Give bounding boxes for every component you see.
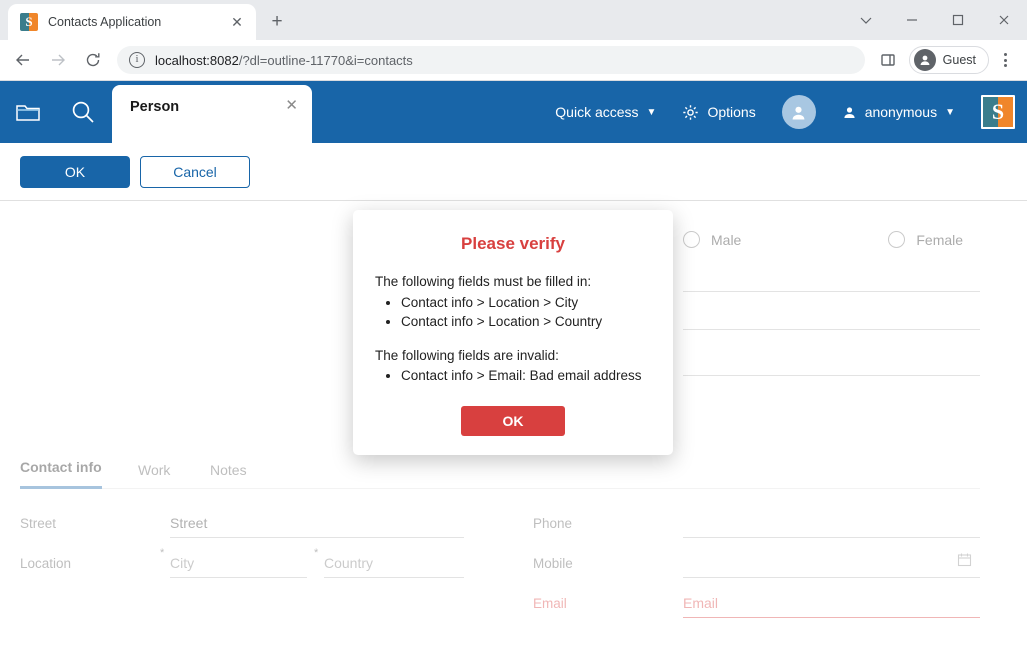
browser-tab-strip: S Contacts Application ✕ +: [0, 0, 1027, 40]
app-logo-letter: S: [983, 97, 1013, 127]
ok-button[interactable]: OK: [20, 156, 130, 188]
options-button[interactable]: Options: [682, 104, 755, 121]
dialog-invalid-list: Contact info > Email: Bad email address: [401, 366, 651, 386]
dialog-required-list: Contact info > Location > City Contact i…: [401, 293, 651, 332]
browser-toolbar: i localhost:8082/?dl=outline-11770&i=con…: [0, 40, 1027, 81]
folder-icon[interactable]: [11, 95, 45, 129]
list-item: Contact info > Location > City: [401, 293, 651, 313]
back-icon[interactable]: [8, 45, 38, 75]
person-avatar-icon[interactable]: [782, 95, 816, 129]
user-menu[interactable]: anonymous ▼: [842, 104, 955, 120]
verify-dialog: Please verify The following fields must …: [353, 210, 673, 455]
kebab-menu-icon[interactable]: [991, 45, 1019, 75]
cancel-button[interactable]: Cancel: [140, 156, 250, 188]
quick-access-label: Quick access: [555, 104, 638, 120]
avatar: [914, 49, 936, 71]
favicon-letter: S: [20, 13, 38, 31]
gear-icon: [682, 104, 699, 121]
app-tab-person[interactable]: Person ✕: [112, 85, 312, 145]
quick-access-menu[interactable]: Quick access ▼: [555, 104, 656, 120]
address-bar[interactable]: i localhost:8082/?dl=outline-11770&i=con…: [117, 46, 865, 74]
new-tab-button[interactable]: +: [264, 9, 290, 35]
options-label: Options: [707, 104, 755, 120]
maximize-icon[interactable]: [935, 0, 981, 40]
window-controls: [843, 0, 1027, 40]
list-item: Contact info > Location > Country: [401, 312, 651, 332]
address-bar-url: localhost:8082/?dl=outline-11770&i=conta…: [155, 53, 413, 68]
profile-label: Guest: [943, 53, 976, 67]
person-icon: [842, 105, 857, 120]
chevron-down-icon: ▼: [647, 107, 657, 118]
app-tab-title: Person: [130, 99, 285, 115]
form-toolbar: OK Cancel: [0, 143, 1027, 201]
dialog-invalid-intro: The following fields are invalid:: [375, 346, 651, 366]
dialog-title: Please verify: [375, 234, 651, 254]
close-window-icon[interactable]: [981, 0, 1027, 40]
browser-tab-title: Contacts Application: [48, 15, 226, 29]
list-item: Contact info > Email: Bad email address: [401, 366, 651, 386]
favicon-app-logo-icon: S: [20, 13, 38, 31]
side-panel-icon[interactable]: [873, 45, 903, 75]
app-header-right: Quick access ▼ Options anonymous ▼ S: [529, 81, 1027, 143]
dialog-ok-button[interactable]: OK: [461, 406, 565, 436]
chevron-down-icon: ▼: [945, 107, 955, 118]
dialog-required-intro: The following fields must be filled in:: [375, 272, 651, 292]
minimize-icon[interactable]: [889, 0, 935, 40]
url-path: /?dl=outline-11770&i=contacts: [239, 53, 413, 68]
tab-search-icon[interactable]: [843, 0, 889, 40]
app-tab-close-icon[interactable]: ✕: [285, 99, 298, 113]
screen: S Contacts Application ✕ +: [0, 0, 1027, 652]
search-icon[interactable]: [66, 95, 100, 129]
app-logo-icon: S: [981, 95, 1015, 129]
forward-icon[interactable]: [43, 45, 73, 75]
browser-tab[interactable]: S Contacts Application ✕: [8, 4, 256, 40]
reload-icon[interactable]: [78, 45, 108, 75]
user-label: anonymous: [865, 104, 937, 120]
info-circle-icon[interactable]: i: [129, 52, 145, 68]
url-host: localhost:8082: [155, 53, 239, 68]
browser-tab-close-icon[interactable]: ✕: [226, 11, 248, 33]
profile-button[interactable]: Guest: [909, 46, 989, 74]
